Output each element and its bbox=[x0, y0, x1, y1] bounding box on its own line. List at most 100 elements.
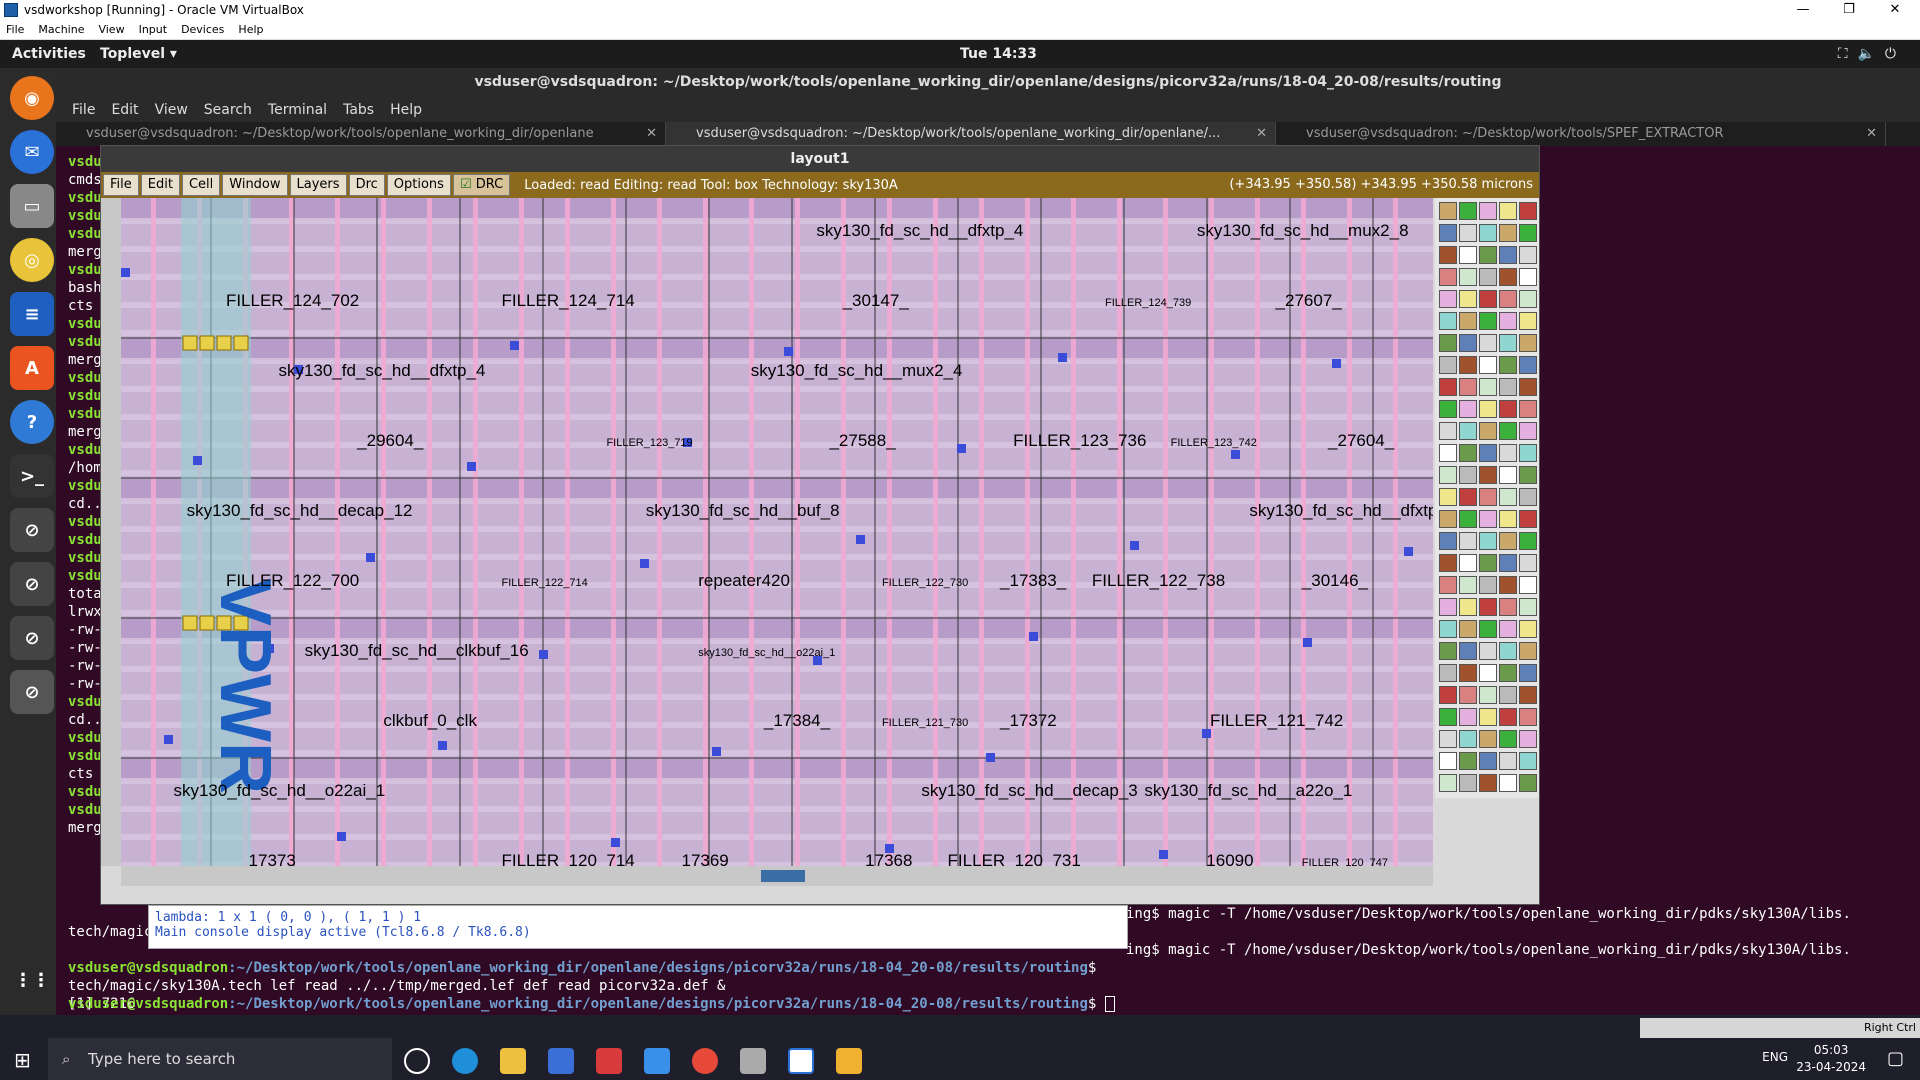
layer-swatch[interactable] bbox=[1519, 444, 1537, 462]
layer-swatch[interactable] bbox=[1479, 356, 1497, 374]
layer-swatch[interactable] bbox=[1519, 664, 1537, 682]
layer-swatch[interactable] bbox=[1519, 620, 1537, 638]
terminal-menu-file[interactable]: File bbox=[72, 102, 95, 118]
magic-menu-file[interactable]: File bbox=[103, 174, 139, 196]
notification-icon[interactable]: ▢ bbox=[1887, 1048, 1904, 1069]
magic-menu-layers[interactable]: Layers bbox=[289, 174, 347, 196]
layer-swatch[interactable] bbox=[1439, 708, 1457, 726]
layer-swatch[interactable] bbox=[1519, 466, 1537, 484]
layer-swatch[interactable] bbox=[1439, 510, 1457, 528]
layer-swatch[interactable] bbox=[1459, 334, 1477, 352]
layer-swatch[interactable] bbox=[1439, 532, 1457, 550]
layer-swatch[interactable] bbox=[1519, 268, 1537, 286]
layer-swatch[interactable] bbox=[1439, 422, 1457, 440]
layer-swatch[interactable] bbox=[1439, 752, 1457, 770]
layer-swatch[interactable] bbox=[1439, 356, 1457, 374]
layer-swatch[interactable] bbox=[1459, 642, 1477, 660]
layout-canvas[interactable]: VPWR sky130_fd_sc_hd__dfxtp_4 sky130_fd_sc… bbox=[121, 198, 1433, 866]
layer-swatch[interactable] bbox=[1499, 576, 1517, 594]
mail-icon[interactable] bbox=[644, 1048, 670, 1074]
windows-start-icon[interactable]: ⊞ bbox=[14, 1048, 36, 1072]
layer-swatch[interactable] bbox=[1459, 444, 1477, 462]
layer-swatch[interactable] bbox=[1459, 554, 1477, 572]
layer-swatch[interactable] bbox=[1499, 620, 1517, 638]
layer-swatch[interactable] bbox=[1459, 466, 1477, 484]
close-tab-icon[interactable]: ✕ bbox=[1256, 122, 1267, 146]
layer-swatch[interactable] bbox=[1499, 532, 1517, 550]
layer-swatch[interactable] bbox=[1499, 708, 1517, 726]
layer-swatch[interactable] bbox=[1519, 532, 1537, 550]
layer-swatch[interactable] bbox=[1459, 488, 1477, 506]
layer-swatch[interactable] bbox=[1499, 224, 1517, 242]
layer-swatch[interactable] bbox=[1479, 422, 1497, 440]
rhythmbox-icon[interactable]: ◎ bbox=[10, 238, 54, 282]
layer-swatch[interactable] bbox=[1519, 554, 1537, 572]
blocked-app-icon-3[interactable]: ⊘ bbox=[10, 616, 54, 660]
layer-palette[interactable] bbox=[1435, 198, 1539, 798]
terminal-tab[interactable]: vsduser@vsdsquadron: ~/Desktop/work/tool… bbox=[1276, 122, 1886, 146]
layer-swatch[interactable] bbox=[1519, 334, 1537, 352]
layer-swatch[interactable] bbox=[1519, 356, 1537, 374]
layer-swatch[interactable] bbox=[1499, 752, 1517, 770]
layer-swatch[interactable] bbox=[1439, 488, 1457, 506]
blocked-app-icon-2[interactable]: ⊘ bbox=[10, 562, 54, 606]
taskbar-search[interactable]: ⌕ Type here to search bbox=[48, 1038, 392, 1080]
magic-menu-options[interactable]: Options bbox=[386, 174, 451, 196]
layer-swatch[interactable] bbox=[1519, 422, 1537, 440]
layer-swatch[interactable] bbox=[1519, 510, 1537, 528]
layer-swatch[interactable] bbox=[1479, 532, 1497, 550]
layer-swatch[interactable] bbox=[1459, 510, 1477, 528]
layer-swatch[interactable] bbox=[1519, 686, 1537, 704]
layer-swatch[interactable] bbox=[1439, 246, 1457, 264]
layer-swatch[interactable] bbox=[1479, 202, 1497, 220]
layer-swatch[interactable] bbox=[1459, 708, 1477, 726]
layer-swatch[interactable] bbox=[1499, 246, 1517, 264]
layer-swatch[interactable] bbox=[1519, 774, 1537, 792]
chrome-icon[interactable] bbox=[692, 1048, 718, 1074]
layer-swatch[interactable] bbox=[1479, 224, 1497, 242]
close-tab-icon[interactable]: ✕ bbox=[646, 122, 657, 146]
layer-swatch[interactable] bbox=[1499, 334, 1517, 352]
layer-swatch[interactable] bbox=[1499, 422, 1517, 440]
system-tray-icons[interactable]: ⛶🔈⏻ bbox=[1838, 46, 1906, 62]
layer-swatch[interactable] bbox=[1439, 444, 1457, 462]
vbox-menu-input[interactable]: Input bbox=[139, 23, 167, 36]
layer-swatch[interactable] bbox=[1519, 708, 1537, 726]
layer-swatch[interactable] bbox=[1499, 642, 1517, 660]
vbox-menu-machine[interactable]: Machine bbox=[38, 23, 84, 36]
layer-swatch[interactable] bbox=[1439, 378, 1457, 396]
app-icon[interactable] bbox=[740, 1048, 766, 1074]
layer-swatch[interactable] bbox=[1439, 268, 1457, 286]
layer-swatch[interactable] bbox=[1459, 356, 1477, 374]
terminal-menu-help[interactable]: Help bbox=[390, 102, 422, 118]
layer-swatch[interactable] bbox=[1439, 290, 1457, 308]
blocked-app-icon-1[interactable]: ⊘ bbox=[10, 508, 54, 552]
layer-swatch[interactable] bbox=[1479, 246, 1497, 264]
layer-swatch[interactable] bbox=[1519, 378, 1537, 396]
layer-swatch[interactable] bbox=[1439, 774, 1457, 792]
topbar-clock[interactable]: Tue 14:33 bbox=[960, 46, 1037, 62]
terminal-icon[interactable]: >_ bbox=[10, 454, 54, 498]
layer-swatch[interactable] bbox=[1479, 752, 1497, 770]
layer-swatch[interactable] bbox=[1459, 664, 1477, 682]
terminal-tab[interactable]: vsduser@vsdsquadron: ~/Desktop/work/tool… bbox=[666, 122, 1276, 146]
layer-swatch[interactable] bbox=[1519, 576, 1537, 594]
close-button[interactable]: ✕ bbox=[1872, 0, 1918, 20]
horizontal-scrollbar[interactable] bbox=[121, 866, 1433, 886]
layer-swatch[interactable] bbox=[1479, 708, 1497, 726]
layer-swatch[interactable] bbox=[1479, 268, 1497, 286]
close-tab-icon[interactable]: ✕ bbox=[1866, 122, 1877, 146]
layer-swatch[interactable] bbox=[1459, 378, 1477, 396]
layer-swatch[interactable] bbox=[1499, 488, 1517, 506]
layer-swatch[interactable] bbox=[1459, 268, 1477, 286]
layer-swatch[interactable] bbox=[1479, 334, 1497, 352]
layer-swatch[interactable] bbox=[1439, 400, 1457, 418]
layer-swatch[interactable] bbox=[1459, 686, 1477, 704]
layer-swatch[interactable] bbox=[1499, 466, 1517, 484]
thunderbird-icon[interactable]: ✉ bbox=[10, 130, 54, 174]
layer-swatch[interactable] bbox=[1479, 576, 1497, 594]
layer-swatch[interactable] bbox=[1519, 290, 1537, 308]
virtualbox-taskbar-icon[interactable] bbox=[788, 1048, 814, 1074]
layer-swatch[interactable] bbox=[1459, 532, 1477, 550]
vertical-scrollbar[interactable] bbox=[101, 198, 121, 866]
